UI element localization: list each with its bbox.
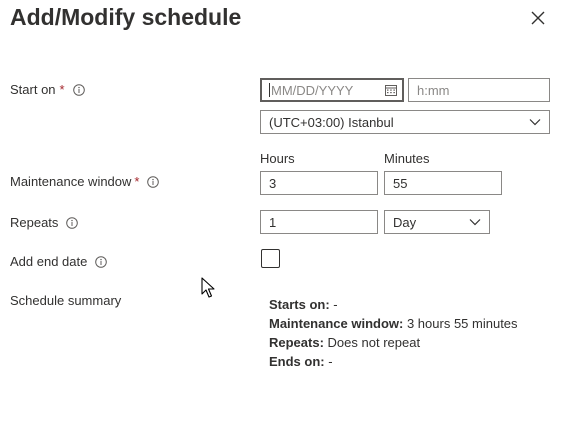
chevron-down-icon	[469, 219, 481, 226]
repeats-unit-value: Day	[393, 214, 417, 230]
repeats-interval-input[interactable]: 1	[260, 210, 378, 234]
repeats-label: Repeats	[10, 215, 79, 230]
required-marker: *	[134, 174, 140, 189]
summary-starts-on-key: Starts on:	[269, 297, 330, 312]
minutes-label: Minutes	[384, 151, 430, 166]
start-time-placeholder: h:mm	[417, 82, 450, 98]
repeats-label-text: Repeats	[10, 215, 59, 230]
repeats-unit-dropdown[interactable]: Day	[384, 210, 490, 234]
schedule-summary-label-text: Schedule summary	[10, 293, 122, 308]
summary-window-value: 3 hours 55 minutes	[406, 316, 518, 331]
add-end-date-label: Add end date	[10, 254, 108, 269]
text-caret	[269, 83, 270, 97]
maintenance-window-label: Maintenance window *	[10, 174, 160, 189]
start-time-input[interactable]: h:mm	[408, 78, 550, 102]
summary-maintenance-window: Maintenance window: 3 hours 55 minutes	[269, 316, 518, 331]
info-icon[interactable]	[147, 175, 160, 188]
summary-repeats-value: Does not repeat	[327, 335, 421, 350]
info-icon[interactable]	[95, 255, 108, 268]
mouse-pointer-icon	[201, 277, 215, 298]
minutes-input[interactable]: 55	[384, 171, 502, 195]
required-marker: *	[59, 82, 65, 97]
hours-value: 3	[269, 175, 277, 191]
repeats-interval-value: 1	[269, 214, 277, 230]
hours-label: Hours	[260, 151, 295, 166]
add-end-date-checkbox[interactable]	[261, 249, 280, 268]
summary-starts-on: Starts on: -	[269, 297, 338, 312]
summary-ends-on: Ends on: -	[269, 354, 333, 369]
maintenance-window-label-text: Maintenance window	[10, 174, 132, 189]
summary-ends-on-key: Ends on:	[269, 354, 325, 369]
summary-repeats: Repeats: Does not repeat	[269, 335, 420, 350]
start-date-placeholder: MM/DD/YYYY	[271, 82, 354, 98]
timezone-dropdown[interactable]: (UTC+03:00) Istanbul	[260, 110, 550, 134]
chevron-down-icon	[529, 119, 541, 126]
info-icon[interactable]	[72, 83, 85, 96]
add-end-date-label-text: Add end date	[10, 254, 88, 269]
minutes-value: 55	[393, 175, 408, 191]
schedule-summary-label: Schedule summary	[10, 293, 121, 308]
timezone-value: (UTC+03:00) Istanbul	[269, 114, 394, 130]
panel-title: Add/Modify schedule	[10, 4, 242, 30]
close-icon[interactable]	[528, 8, 548, 28]
summary-starts-on-value: -	[333, 297, 338, 312]
hours-input[interactable]: 3	[260, 171, 378, 195]
summary-window-key: Maintenance window:	[269, 316, 404, 331]
info-icon[interactable]	[66, 216, 79, 229]
start-on-label-text: Start on	[10, 82, 56, 97]
start-on-label: Start on *	[10, 82, 85, 97]
summary-repeats-key: Repeats:	[269, 335, 324, 350]
summary-ends-on-value: -	[328, 354, 333, 369]
start-date-input[interactable]: MM/DD/YYYY	[260, 78, 404, 102]
calendar-icon[interactable]	[385, 84, 397, 96]
